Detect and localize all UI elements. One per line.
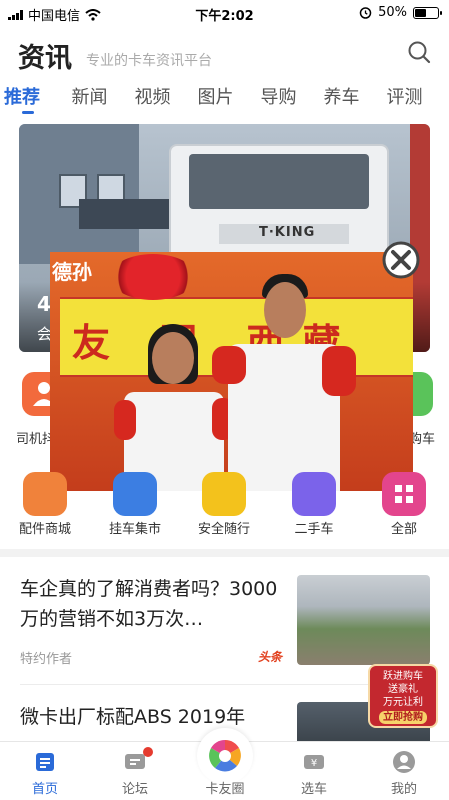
tab-label: 新闻 (71, 87, 108, 108)
nav-label: 首页 (31, 782, 58, 797)
active-tab-indicator (22, 111, 34, 114)
red-ribbon-flower (110, 254, 196, 300)
shortcut-used-truck[interactable]: 二手车 (269, 470, 359, 542)
home-icon (36, 753, 54, 771)
status-right: 50% (359, 5, 442, 20)
face (264, 282, 306, 338)
search-icon[interactable] (407, 40, 431, 64)
alarm-icon (359, 7, 372, 19)
circle-icon (209, 739, 241, 772)
battery-icon (413, 6, 442, 19)
popup-ad[interactable]: 友 国 西藏 德孙 (50, 252, 413, 491)
section-divider (0, 549, 449, 557)
tab-label: 导购 (260, 87, 297, 108)
tab-label: 推荐 (4, 87, 40, 108)
status-bar: 中国电信 下午2:02 50% (0, 0, 449, 26)
feed-title: 微卡出厂标配ABS 2019年 (20, 706, 246, 728)
trailer-icon (113, 472, 157, 516)
promo-line: 跃进购车 (383, 671, 423, 682)
bottom-nav: 首页 论坛 卡友圈 ¥ 选车 我的 (0, 728, 449, 800)
nav-circle[interactable]: 卡友圈 (180, 728, 270, 800)
promo-float[interactable]: 跃进购车 送豪礼 万元让利 立即抢购 (368, 664, 438, 728)
tab-label: 视频 (134, 87, 171, 108)
feed-source: 头条 (258, 650, 283, 664)
tab-label: 养车 (323, 87, 360, 108)
shell-icon (202, 472, 246, 516)
truck-windshield (189, 154, 369, 209)
promo-line: 万元让利 (383, 697, 423, 708)
shortcut-label: 挂车集市 (108, 522, 161, 537)
nav-center-bubble (197, 728, 253, 784)
nav-profile[interactable]: 我的 (359, 742, 449, 800)
nav-label: 选车 (300, 782, 327, 797)
tab-video[interactable]: 视频 (121, 80, 184, 120)
shortcut-parts-mall[interactable]: 配件商城 (0, 470, 90, 542)
nav-label: 我的 (390, 782, 417, 797)
feed-author: 特约作者 (20, 652, 73, 667)
grid-all-icon (382, 472, 426, 516)
nav-label: 论坛 (121, 782, 148, 797)
tab-buying-guide[interactable]: 导购 (247, 80, 310, 120)
tab-label: 评测 (386, 87, 423, 108)
shortcut-all[interactable]: 全部 (359, 470, 449, 542)
category-tabs: 推荐 新闻 视频 图片 导购 养车 评测 (0, 80, 449, 120)
shortcut-label: 全部 (390, 522, 417, 537)
shortcut-label: 二手车 (294, 522, 334, 537)
nav-forum[interactable]: 论坛 (90, 742, 180, 800)
select-truck-icon: ¥ (304, 755, 324, 769)
page-title: 资讯 (18, 43, 72, 74)
feed-thumbnail (297, 575, 430, 665)
close-circle-icon[interactable] (381, 240, 421, 280)
tab-pictures[interactable]: 图片 (184, 80, 247, 120)
tab-recommend[interactable]: 推荐 (0, 80, 58, 120)
truck-bed (79, 199, 171, 229)
hero-title: 4 (37, 292, 51, 316)
promo-buy-button[interactable]: 立即抢购 (379, 711, 427, 724)
feed-item[interactable]: 车企真的了解消费者吗？3000万的营销不如3万次… 特约作者 头条 (0, 572, 449, 672)
truck-brand: T·KING (259, 225, 316, 240)
sleeve (114, 400, 136, 440)
shortcut-safety[interactable]: 安全随行 (179, 470, 269, 542)
shortcut-trailer-market[interactable]: 挂车集市 (90, 470, 180, 542)
promo-line: 送豪礼 (388, 684, 418, 695)
nav-label: 卡友圈 (205, 782, 245, 797)
ad-top-text: 德孙 (52, 260, 92, 284)
nav-home[interactable]: 首页 (0, 742, 90, 800)
sleeve (322, 346, 356, 396)
parts-icon (23, 472, 67, 516)
page-subtitle: 专业的卡车资讯平台 (86, 53, 212, 69)
profile-icon (393, 751, 415, 773)
feed-title: 车企真的了解消费者吗？3000万的营销不如3万次… (20, 578, 278, 630)
tab-label: 图片 (197, 87, 234, 108)
sleeve (212, 346, 246, 384)
shortcut-label: 配件商城 (18, 522, 71, 537)
face (152, 332, 194, 384)
used-truck-icon (292, 472, 336, 516)
notification-badge (143, 747, 153, 757)
tab-maintenance[interactable]: 养车 (310, 80, 373, 120)
battery-fill (415, 8, 426, 17)
battery-percent: 50% (378, 5, 407, 20)
shortcut-row-2: 配件商城 挂车集市 安全随行 二手车 全部 (0, 470, 449, 542)
tab-news[interactable]: 新闻 (58, 80, 121, 120)
shortcut-label: 安全随行 (197, 522, 250, 537)
svg-text:¥: ¥ (311, 758, 317, 769)
nav-select-truck[interactable]: ¥ 选车 (269, 742, 359, 800)
page-header: 资讯 专业的卡车资讯平台 (0, 34, 449, 78)
tab-review[interactable]: 评测 (373, 80, 436, 120)
